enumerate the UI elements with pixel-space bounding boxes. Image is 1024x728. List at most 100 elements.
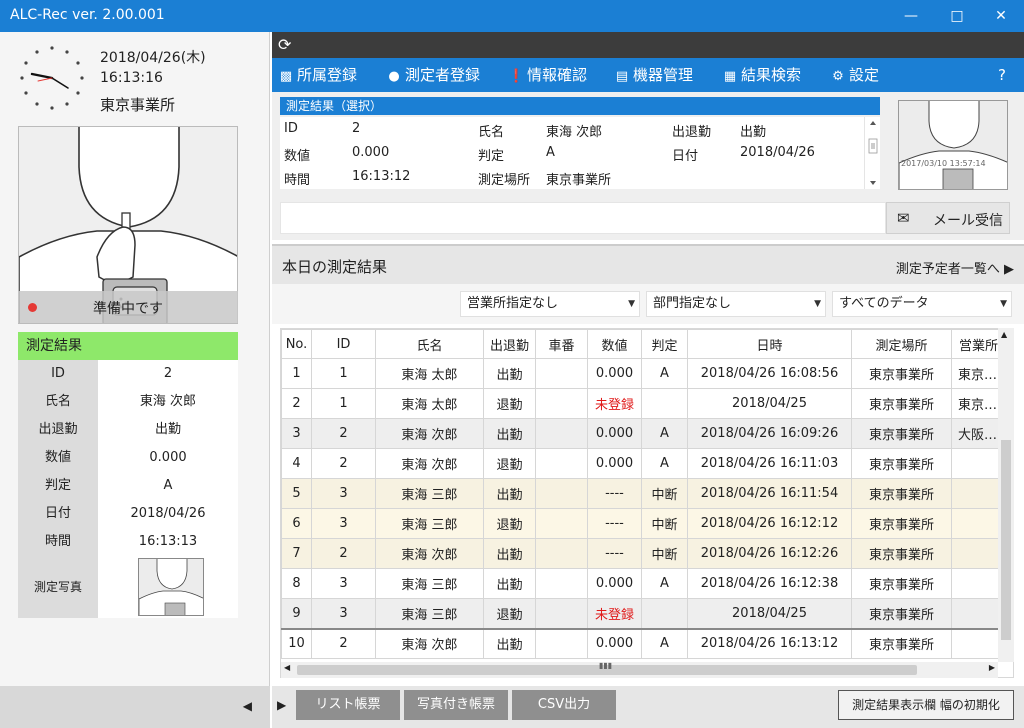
- cell-car: [535, 508, 588, 539]
- cell-id: 3: [311, 568, 376, 599]
- cell-value: 0.000: [587, 418, 642, 449]
- cell-judge: A: [641, 568, 688, 599]
- nav-affiliation-registration[interactable]: ▩ 所属登録: [278, 58, 357, 92]
- result-value: 出勤: [98, 416, 238, 444]
- scroll-thumb[interactable]: [1001, 440, 1011, 640]
- minimize-icon[interactable]: —: [888, 0, 934, 32]
- window-title: ALC-Rec ver. 2.00.001: [10, 7, 165, 23]
- sel-value-date: 2018/04/26: [740, 145, 815, 160]
- table-row[interactable]: 2 1 東海 太郎 退勤 未登録 2018/04/25 東京事業所 東京…: [281, 388, 1006, 419]
- cell-judge: A: [641, 418, 688, 449]
- column-header[interactable]: 氏名: [375, 329, 484, 359]
- mail-receive-label: メール受信: [933, 213, 1003, 229]
- office-filter-value: 営業所指定なし: [467, 296, 559, 311]
- result-value: 東海 次郎: [98, 388, 238, 416]
- left-panel: 2018/04/26(木) 16:13:16 東京事業所 準備中です 測定結果 …: [0, 32, 270, 728]
- cell-value: 0.000: [587, 627, 642, 659]
- result-value: 0.000: [98, 444, 238, 472]
- table-row[interactable]: 9 3 東海 三郎 退勤 未登録 2018/04/25 東京事業所: [281, 598, 1006, 629]
- csv-export-button[interactable]: CSV出力: [512, 690, 616, 720]
- table-header-row: No. ID 氏名 出退勤 車番 数値 判定 日時 測定場所 営業所: [281, 329, 1006, 359]
- column-header[interactable]: No.: [281, 329, 312, 359]
- cell-shift: 退勤: [483, 388, 536, 419]
- table-row[interactable]: 4 2 東海 次郎 退勤 0.000 A 2018/04/26 16:11:03…: [281, 448, 1006, 479]
- table-row[interactable]: 5 3 東海 三郎 出勤 ---- 中断 2018/04/26 16:11:54…: [281, 478, 1006, 509]
- selected-result-grid: ID 2 数値 0.000 時間 16:13:12 氏名 東海 次郎 判定 A …: [280, 117, 864, 189]
- schedule-list-link[interactable]: 測定予定者一覧へ ▶: [896, 258, 1014, 277]
- column-header[interactable]: 測定場所: [851, 329, 952, 359]
- left-bottom-bar: ◀: [0, 686, 270, 728]
- cell-no: 10: [281, 627, 312, 659]
- result-label: ID: [18, 360, 98, 388]
- table-row-selected[interactable]: 10 2 東海 次郎 出勤 0.000 A 2018/04/26 16:13:1…: [281, 627, 1006, 659]
- nav-device-management[interactable]: ▤ 機器管理: [614, 58, 693, 92]
- message-input[interactable]: [280, 202, 886, 234]
- sel-label-date: 日付: [672, 149, 699, 164]
- cell-judge: 中断: [641, 508, 688, 539]
- refresh-icon[interactable]: ⟳: [278, 35, 298, 55]
- data-filter-value: すべてのデータ: [839, 296, 929, 311]
- column-header[interactable]: ID: [311, 329, 376, 359]
- sel-value-judge: A: [546, 145, 555, 160]
- cell-id: 1: [311, 388, 376, 419]
- table-row[interactable]: 8 3 東海 三郎 出勤 0.000 A 2018/04/26 16:12:38…: [281, 568, 1006, 599]
- column-header[interactable]: 判定: [641, 329, 688, 359]
- sel-label-place: 測定場所: [478, 173, 531, 188]
- selected-photo[interactable]: 2017/03/10 13:57:14: [898, 100, 1008, 190]
- reset-column-width-button[interactable]: 測定結果表示欄 幅の初期化: [838, 690, 1014, 720]
- table-horizontal-scrollbar[interactable]: ◀ ▮▮▮ ▶: [281, 661, 998, 678]
- result-row-time: 時間 16:13:13: [18, 528, 238, 556]
- cell-name: 東海 次郎: [375, 448, 484, 479]
- close-icon[interactable]: ✕: [978, 0, 1024, 32]
- cell-place: 東京事業所: [851, 627, 952, 659]
- list-report-button[interactable]: リスト帳票: [296, 690, 400, 720]
- column-header[interactable]: 日時: [687, 329, 852, 359]
- scroll-up-icon[interactable]: ▲: [1001, 330, 1007, 339]
- help-button[interactable]: ?: [998, 58, 1006, 92]
- table-row[interactable]: 1 1 東海 太郎 出勤 0.000 A 2018/04/26 16:08:56…: [281, 358, 1006, 389]
- nav-subject-registration[interactable]: ● 測定者登録: [386, 58, 480, 92]
- data-filter-select[interactable]: すべてのデータ ▼: [832, 291, 1012, 317]
- cell-id: 3: [311, 508, 376, 539]
- cell-value: 未登録: [587, 388, 642, 419]
- nav-settings[interactable]: ⚙ 設定: [830, 58, 879, 92]
- expand-icon[interactable]: ▶: [277, 698, 286, 712]
- table-row[interactable]: 7 2 東海 次郎 出勤 ---- 中断 2018/04/26 16:12:26…: [281, 538, 1006, 569]
- nav-result-search[interactable]: ▦ 結果検索: [722, 58, 801, 92]
- photo-report-button[interactable]: 写真付き帳票: [404, 690, 508, 720]
- column-header[interactable]: 数値: [587, 329, 642, 359]
- collapse-left-icon[interactable]: ◀: [243, 699, 252, 713]
- cell-shift: 出勤: [483, 478, 536, 509]
- sel-label-value: 数値: [284, 149, 311, 164]
- cell-id: 2: [311, 538, 376, 569]
- result-label: 判定: [18, 472, 98, 500]
- today-results-bar: 本日の測定結果 測定予定者一覧へ ▶: [272, 244, 1024, 284]
- maximize-icon[interactable]: □: [934, 0, 980, 32]
- cell-name: 東海 三郎: [375, 598, 484, 629]
- column-header[interactable]: 出退勤: [483, 329, 536, 359]
- scroll-right-icon[interactable]: ▶: [989, 663, 995, 672]
- column-header[interactable]: 車番: [535, 329, 588, 359]
- scroll-left-icon[interactable]: ◀: [284, 663, 290, 672]
- cell-judge: A: [641, 448, 688, 479]
- sel-label-id: ID: [284, 121, 298, 136]
- measurement-photo-thumbnail[interactable]: [138, 558, 204, 616]
- cell-no: 7: [281, 538, 312, 569]
- table-vertical-scrollbar[interactable]: ▲: [998, 328, 1014, 662]
- cell-place: 東京事業所: [851, 388, 952, 419]
- cell-no: 2: [281, 388, 312, 419]
- department-filter-select[interactable]: 部門指定なし ▼: [646, 291, 826, 317]
- cell-id: 3: [311, 598, 376, 629]
- cell-judge: A: [641, 358, 688, 389]
- cell-name: 東海 次郎: [375, 418, 484, 449]
- nav-info-check[interactable]: ❗ 情報確認: [508, 58, 587, 92]
- mail-receive-button[interactable]: ✉ メール受信: [886, 202, 1010, 234]
- result-value: 2018/04/26: [98, 500, 238, 528]
- selected-scrollbar[interactable]: [864, 117, 880, 189]
- table-row[interactable]: 6 3 東海 三郎 退勤 ---- 中断 2018/04/26 16:12:12…: [281, 508, 1006, 539]
- cell-value: 0.000: [587, 568, 642, 599]
- table-row[interactable]: 3 2 東海 次郎 出勤 0.000 A 2018/04/26 16:09:26…: [281, 418, 1006, 449]
- cell-shift: 出勤: [483, 418, 536, 449]
- cell-car: [535, 388, 588, 419]
- office-filter-select[interactable]: 営業所指定なし ▼: [460, 291, 640, 317]
